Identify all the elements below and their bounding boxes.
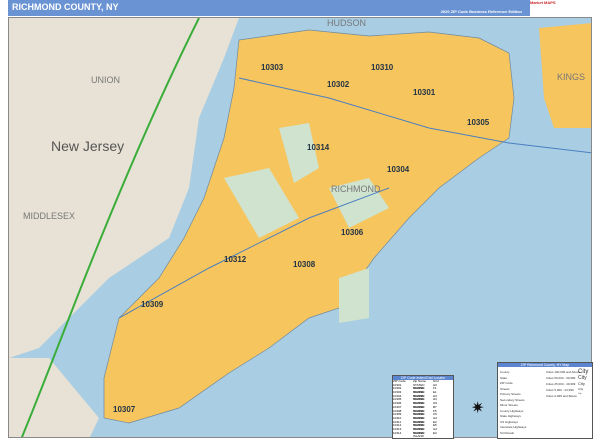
legend-item: County Highways xyxy=(500,408,524,413)
legend-item: State xyxy=(500,375,508,380)
zip-label: 10307 xyxy=(113,405,136,414)
map-legend: ZIP Richmond County, NY Map County State Z… xyxy=(497,362,593,439)
legend-item: Primary Streets xyxy=(500,392,521,396)
region-label-hudson: HUDSON xyxy=(327,18,367,28)
legend-city-item: Cities 100,000 and Above xyxy=(546,370,581,374)
region-label-union: UNION xyxy=(91,75,120,85)
legend-city-item: Cities 25,000 - 49,999 xyxy=(546,382,576,386)
header-bar: RICHMOND COUNTY, NY 2020 ZIP Code Busine… xyxy=(8,0,592,16)
zip-label: 10302 xyxy=(327,80,350,89)
zip-index-table: ZIP Code Index/Grid Locator ZIP Code Zip… xyxy=(392,375,454,439)
map-subtitle: 2020 ZIP Code Business Reference Edition xyxy=(440,9,522,14)
zip-label: 10303 xyxy=(261,63,284,72)
region-label-middlesex: MIDDLESEX xyxy=(23,211,76,221)
legend-item: County xyxy=(500,370,510,374)
logo: Market MAPS xyxy=(530,0,592,16)
region-label-new-jersey: New Jersey xyxy=(51,138,125,154)
zip-label: 10314 xyxy=(307,143,330,152)
table-row: 10314 STATEN ISLAND E3 xyxy=(393,430,453,439)
legend-item: US Highways xyxy=(500,419,519,424)
zip-label: 10306 xyxy=(341,228,364,237)
zip-label: 10304 xyxy=(387,165,410,174)
legend-title: ZIP Richmond County, NY Map xyxy=(498,363,592,367)
zip-label: 10301 xyxy=(413,88,436,97)
map-title: RICHMOND COUNTY, NY xyxy=(12,2,119,12)
legend-item: Secondary Streets xyxy=(500,397,525,402)
legend-city-sample: City xyxy=(578,387,584,391)
region-label-kings: KINGS xyxy=(557,72,586,82)
legend-item: Interstate Highways xyxy=(500,425,527,429)
legend-item: Toll Roads xyxy=(500,430,515,435)
legend-item: Streets xyxy=(500,386,510,391)
table-cell: STATEN ISLAND xyxy=(413,430,425,439)
legend-item: Minor Streets xyxy=(500,403,518,407)
legend-city-item: Cities 0-999 and Below xyxy=(546,394,577,398)
table-cell: 10314 xyxy=(393,430,402,435)
legend-city-item: Cities 50,000 - 99,999 xyxy=(546,376,576,380)
zip-label: 10305 xyxy=(467,118,490,127)
legend-city-sample: City xyxy=(578,381,585,386)
region-label-richmond: RICHMOND xyxy=(331,184,381,194)
compass-rose-icon: ✷ xyxy=(471,400,485,417)
legend-city-sample: City xyxy=(578,393,582,395)
zip-label: 10312 xyxy=(224,255,247,264)
legend-item: State Highways xyxy=(500,414,521,418)
zip-label: 10308 xyxy=(293,260,316,269)
zip-label: 10310 xyxy=(371,63,394,72)
zip-label: 10309 xyxy=(141,300,164,309)
table-cell: E3 xyxy=(433,430,437,435)
legend-city-item: Cities 5,000 - 24,999 xyxy=(546,388,574,392)
legend-item: ZIP Code xyxy=(500,381,513,385)
